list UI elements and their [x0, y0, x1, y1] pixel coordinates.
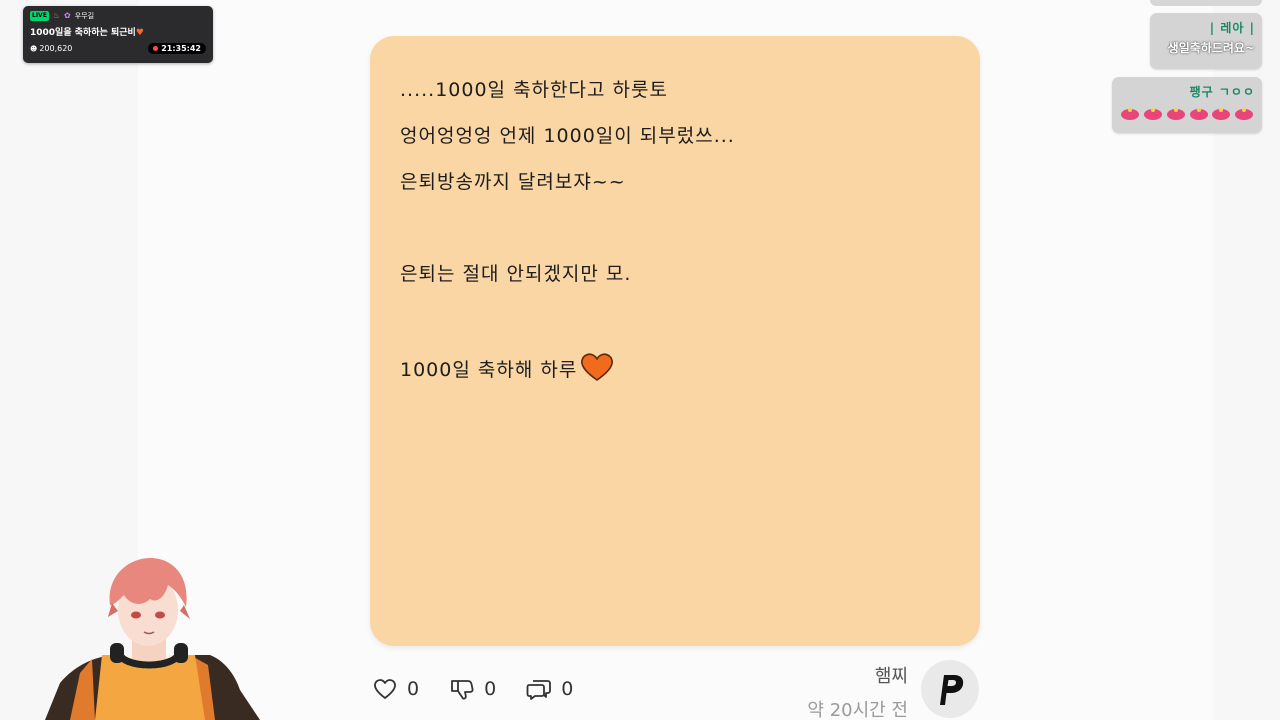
- chat-message: | 레아 | 생일축하드려요~: [1150, 13, 1262, 69]
- like-count: 0: [407, 678, 420, 700]
- viewer-count-value: 200,620: [39, 44, 73, 53]
- letter-line: .....1000일 축하한다고 하룻토: [400, 79, 668, 101]
- chat-bubble-previous: [1150, 0, 1262, 6]
- like-button[interactable]: 0: [372, 676, 419, 702]
- reaction-bar: 0 0 0: [372, 676, 603, 702]
- avatar-logo-icon: [940, 675, 964, 705]
- letter-line: 은퇴는 절대 안되겠지만 모.: [400, 263, 632, 285]
- flower-icon: [1188, 106, 1210, 122]
- dislike-count: 0: [484, 678, 497, 700]
- comment-count: 0: [561, 678, 574, 700]
- letter-line-text: 1000일 축하해 하루: [400, 359, 578, 381]
- flower-icon: [1210, 106, 1232, 122]
- streamer-name: 우무길: [74, 12, 95, 20]
- stream-title-text: 1000일을 축하하는 퇴근비: [30, 28, 136, 38]
- stream-title: 1000일을 축하하는 퇴근비♥: [30, 25, 206, 38]
- flower-icon: [1142, 106, 1164, 122]
- fire-icon: ♨: [52, 11, 60, 20]
- letter-blank-line: [400, 306, 950, 352]
- viewers-icon: ☻: [30, 44, 38, 53]
- gift-icon: ✿: [63, 11, 71, 20]
- record-icon: [153, 46, 159, 51]
- live-badge: LIVE: [30, 11, 49, 21]
- letter-line-last: 1000일 축하해 하루: [400, 352, 950, 398]
- flower-icon: [1165, 106, 1187, 122]
- comment-icon: [526, 680, 552, 700]
- viewer-count: ☻ 200,620: [30, 44, 72, 53]
- thumbs-down-icon: [451, 680, 474, 700]
- heart-icon: [581, 353, 614, 381]
- author-name[interactable]: 햄찌: [807, 662, 908, 688]
- chat-username: | 레아 |: [1209, 21, 1255, 35]
- letter-line: 은퇴방송까지 달려보쟈~~: [400, 171, 626, 193]
- letter-line: 엉어엉엉엉 언제 1000일이 되부렀쓰...: [400, 125, 735, 147]
- flower-icon: [1119, 106, 1141, 122]
- post-time: 약 20시간 전: [807, 700, 908, 720]
- chat-username: 팽구 ㄱㅇㅇ: [1189, 85, 1255, 99]
- comment-button[interactable]: 0: [526, 676, 573, 702]
- heart-outline-icon: [374, 679, 396, 699]
- author-avatar[interactable]: [921, 660, 979, 718]
- heart-icon: ♥: [135, 28, 144, 38]
- chat-text: 생일축하드려요~: [1167, 41, 1255, 55]
- chat-emoticons: [1119, 106, 1255, 122]
- stream-timer-value: 21:35:42: [161, 44, 201, 53]
- letter-card: .....1000일 축하한다고 하룻토 엉어엉엉엉 언제 1000일이 되부렀…: [370, 36, 980, 646]
- letter-blank-line: [400, 214, 950, 260]
- stream-info-card[interactable]: LIVE ♨ ✿ 우무길 1000일을 축하하는 퇴근비♥ ☻ 200,620 …: [23, 6, 213, 63]
- dislike-button[interactable]: 0: [449, 676, 496, 702]
- streamer-avatar-illustration: [45, 557, 260, 720]
- flower-icon: [1233, 106, 1255, 122]
- stream-timer: 21:35:42: [148, 43, 206, 54]
- author-info: 햄찌 약 20시간 전: [807, 662, 908, 720]
- chat-message: 팽구 ㄱㅇㅇ: [1112, 77, 1262, 133]
